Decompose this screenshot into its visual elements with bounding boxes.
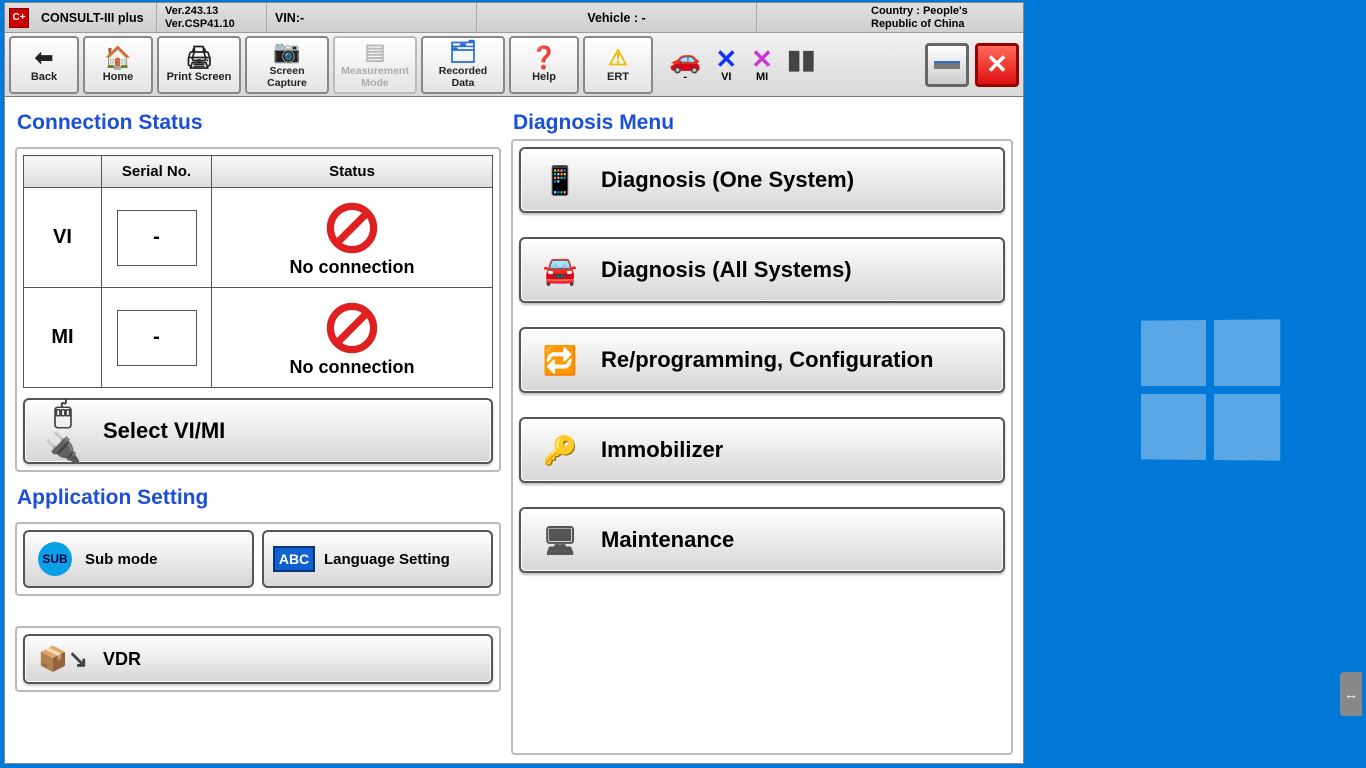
phone-icon: 📱: [535, 164, 585, 197]
print-screen-button[interactable]: 🖨 Print Screen: [157, 36, 241, 94]
back-button[interactable]: ⬅ Back: [9, 36, 79, 94]
close-button[interactable]: ✕: [975, 43, 1019, 87]
tray-icon: [934, 61, 960, 69]
application-setting-panel: SUB Sub mode ABC Language Setting: [15, 522, 501, 596]
toolbar-status-indicators: 🚗 - ✕ VI ✕ MI ▮▮: [669, 47, 816, 83]
vdr-button[interactable]: 📦↘ VDR: [23, 634, 493, 684]
back-arrow-icon: ⬅: [35, 47, 53, 69]
col-status-header: Status: [212, 156, 493, 188]
mi-status: ✕ MI: [751, 47, 773, 83]
reprogram-icon: 🔁: [535, 344, 585, 377]
car-status: 🚗 -: [669, 47, 701, 83]
table-row: MI - No connection: [24, 288, 493, 388]
close-icon: ✕: [986, 49, 1008, 80]
gauge-icon: ▤: [365, 41, 386, 63]
home-button[interactable]: 🏠 Home: [83, 36, 153, 94]
reprogramming-configuration-button[interactable]: 🔁 Re/programming, Configuration: [519, 327, 1005, 393]
version-block: Ver.243.13 Ver.CSP41.10: [157, 3, 267, 32]
car-diagnosis-icon: 🚘: [535, 254, 585, 287]
abc-badge-icon: ABC: [273, 546, 315, 572]
warning-icon: ⚠: [608, 47, 628, 69]
language-setting-button[interactable]: ABC Language Setting: [262, 530, 493, 588]
vdr-icon: 📦↘: [37, 645, 89, 674]
windows-logo-icon: [1141, 319, 1280, 460]
serial-box: -: [117, 310, 197, 366]
version-line-2: Ver.CSP41.10: [165, 18, 258, 31]
sub-badge-icon: SUB: [38, 542, 72, 576]
vdr-panel: 📦↘ VDR: [15, 626, 501, 692]
camera-icon: 📷: [273, 41, 300, 63]
vi-status: ✕ VI: [715, 47, 737, 83]
table-row: VI - No connection: [24, 188, 493, 288]
printer-icon: 🖨: [185, 47, 213, 69]
maintenance-button[interactable]: 🖥 Maintenance: [519, 507, 1005, 573]
vehicle-label: Vehicle : -: [477, 3, 757, 32]
remote-tab-icon[interactable]: ↔: [1340, 672, 1362, 716]
main-body: Connection Status Serial No. Status VI -: [5, 97, 1023, 763]
key-icon: 🔑: [535, 434, 585, 467]
vin-label: VIN:-: [267, 3, 477, 32]
home-icon: 🏠: [104, 47, 131, 69]
minimize-button[interactable]: [925, 43, 969, 87]
app-logo-icon: C+: [9, 8, 29, 28]
connection-table: Serial No. Status VI - No connection: [23, 155, 493, 388]
toolbar: ⬅ Back 🏠 Home 🖨 Print Screen 📷 Screen Ca…: [5, 33, 1023, 97]
measurement-mode-button[interactable]: ▤ Measurement Mode: [333, 36, 417, 94]
no-connection-icon: [325, 201, 379, 255]
select-vi-mi-button[interactable]: 🖱🔌 Select VI/MI: [23, 398, 493, 464]
folder-icon: 🗂: [449, 41, 477, 63]
serial-box: -: [117, 210, 197, 266]
diagnosis-one-system-button[interactable]: 📱 Diagnosis (One System): [519, 147, 1005, 213]
connection-panel: Serial No. Status VI - No connection: [15, 147, 501, 472]
row-label-mi: MI: [24, 288, 102, 388]
diagnosis-menu-panel: 📱 Diagnosis (One System) 🚘 Diagnosis (Al…: [511, 139, 1013, 755]
help-icon: ❓: [530, 47, 557, 69]
diagnosis-menu-title: Diagnosis Menu: [513, 111, 1011, 135]
no-connection-icon: [325, 301, 379, 355]
country-line-2: Republic of China: [871, 18, 1015, 31]
help-button[interactable]: ❓ Help: [509, 36, 579, 94]
battery-icon: ▮▮: [787, 47, 816, 71]
car-icon: 🚗: [669, 47, 701, 71]
application-setting-title: Application Setting: [17, 486, 499, 510]
x-icon: ✕: [751, 47, 773, 71]
recorded-data-button[interactable]: 🗂 Recorded Data: [421, 36, 505, 94]
devices-icon: 🖱🔌: [37, 397, 89, 466]
app-window: C+ CONSULT-III plus Ver.243.13 Ver.CSP41…: [4, 2, 1024, 764]
row-label-vi: VI: [24, 188, 102, 288]
country-line-1: Country : People's: [871, 5, 1015, 18]
maintenance-icon: 🖥: [535, 524, 585, 557]
battery-status: ▮▮: [787, 47, 816, 83]
diagnosis-all-systems-button[interactable]: 🚘 Diagnosis (All Systems): [519, 237, 1005, 303]
col-serial-header: Serial No.: [102, 156, 212, 188]
country-block: Country : People's Republic of China: [863, 3, 1023, 32]
connection-status-title: Connection Status: [17, 111, 499, 135]
titlebar: C+ CONSULT-III plus Ver.243.13 Ver.CSP41…: [5, 3, 1023, 33]
version-line-1: Ver.243.13: [165, 5, 258, 18]
x-icon: ✕: [715, 47, 737, 71]
ert-button[interactable]: ⚠ ERT: [583, 36, 653, 94]
screen-capture-button[interactable]: 📷 Screen Capture: [245, 36, 329, 94]
app-name: CONSULT-III plus: [33, 3, 157, 32]
status-text: No connection: [212, 357, 492, 378]
immobilizer-button[interactable]: 🔑 Immobilizer: [519, 417, 1005, 483]
sub-mode-button[interactable]: SUB Sub mode: [23, 530, 254, 588]
status-text: No connection: [212, 257, 492, 278]
